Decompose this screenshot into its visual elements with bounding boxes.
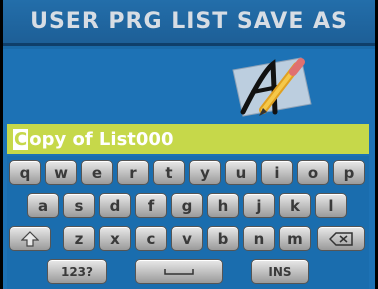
on-screen-keyboard: q w e r t y u i o p a s d f g h j k l z … <box>7 156 369 289</box>
key-l[interactable]: l <box>315 193 347 218</box>
key-c[interactable]: c <box>135 226 167 251</box>
key-y[interactable]: y <box>189 160 221 185</box>
key-j[interactable]: j <box>243 193 275 218</box>
key-u[interactable]: u <box>225 160 257 185</box>
key-s[interactable]: s <box>63 193 95 218</box>
backspace-icon <box>329 231 353 246</box>
key-n[interactable]: n <box>243 226 275 251</box>
space-key[interactable] <box>135 259 223 284</box>
key-w[interactable]: w <box>45 160 77 185</box>
key-k[interactable]: k <box>279 193 311 218</box>
numbers-key[interactable]: 123? <box>47 259 107 284</box>
pen-logo-icon <box>232 57 312 117</box>
ins-key[interactable]: INS <box>251 259 309 284</box>
key-h[interactable]: h <box>207 193 239 218</box>
backspace-key[interactable] <box>317 226 365 251</box>
key-q[interactable]: q <box>9 160 41 185</box>
key-g[interactable]: g <box>171 193 203 218</box>
key-p[interactable]: p <box>333 160 365 185</box>
shift-key[interactable] <box>9 226 51 251</box>
shift-icon <box>21 230 39 247</box>
key-v[interactable]: v <box>171 226 203 251</box>
text-cursor: C <box>13 128 29 150</box>
key-o[interactable]: o <box>297 160 329 185</box>
key-i[interactable]: i <box>261 160 293 185</box>
screen: USER PRG LIST SAVE AS Copy of List000 q … <box>3 0 375 289</box>
key-b[interactable]: b <box>207 226 239 251</box>
key-e[interactable]: e <box>81 160 113 185</box>
filename-value: opy of List000 <box>29 128 174 150</box>
page-title: USER PRG LIST SAVE AS <box>30 9 348 34</box>
key-t[interactable]: t <box>153 160 185 185</box>
key-m[interactable]: m <box>279 226 311 251</box>
key-f[interactable]: f <box>135 193 167 218</box>
key-d[interactable]: d <box>99 193 131 218</box>
key-a[interactable]: a <box>27 193 59 218</box>
space-icon <box>164 268 194 275</box>
key-r[interactable]: r <box>117 160 149 185</box>
filename-input[interactable]: Copy of List000 <box>7 124 369 154</box>
key-z[interactable]: z <box>63 226 95 251</box>
title-bar: USER PRG LIST SAVE AS <box>3 0 375 46</box>
key-x[interactable]: x <box>99 226 131 251</box>
